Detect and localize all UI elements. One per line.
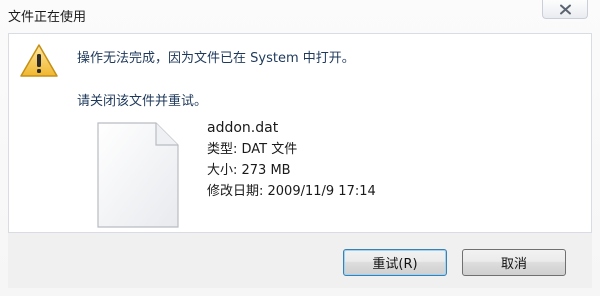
cancel-button[interactable]: 取消 bbox=[462, 249, 566, 276]
instruction-message: 请关闭该文件并重试。 bbox=[77, 94, 208, 109]
file-modified-date: 修改日期: 2009/11/9 17:14 bbox=[207, 184, 376, 199]
file-name: addon.dat bbox=[207, 120, 279, 136]
file-size: 大小: 273 MB bbox=[207, 163, 291, 178]
dialog-content: 操作无法完成，因为文件已在 System 中打开。 请关闭该文件并重试。 add… bbox=[8, 33, 592, 233]
file-type: 类型: DAT 文件 bbox=[207, 142, 298, 157]
retry-button[interactable]: 重试(R) bbox=[343, 249, 447, 276]
file-icon bbox=[97, 122, 179, 228]
file-in-use-dialog: 文件正在使用 操作无法完成，因为文件已在 System 中打开。 请关闭该文件并… bbox=[0, 0, 600, 296]
window-title: 文件正在使用 bbox=[8, 10, 87, 25]
button-bar: 重试(R) 取消 bbox=[8, 233, 592, 288]
error-message: 操作无法完成，因为文件已在 System 中打开。 bbox=[77, 51, 355, 66]
file-details: addon.dat 类型: DAT 文件 大小: 273 MB 修改日期: 20… bbox=[207, 118, 376, 202]
close-icon bbox=[560, 4, 571, 15]
close-button[interactable] bbox=[542, 0, 588, 19]
title-bar[interactable]: 文件正在使用 bbox=[0, 0, 600, 33]
warning-icon bbox=[20, 44, 58, 77]
